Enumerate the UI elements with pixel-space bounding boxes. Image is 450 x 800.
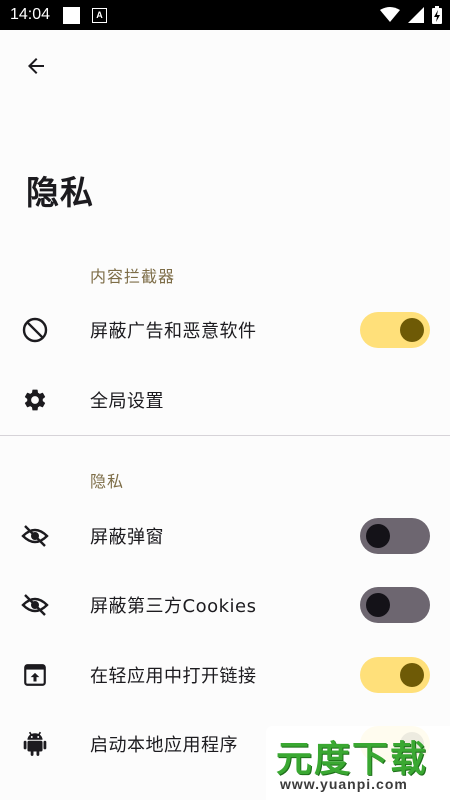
setting-label: 全局设置 [90,391,164,412]
block-popups-toggle[interactable] [360,518,430,554]
open-in-app-icon [24,664,46,686]
toggle-thumb [400,663,424,687]
toggle-thumb [400,318,424,342]
setting-global-settings[interactable]: 全局设置 [0,365,450,435]
watermark: 元度下载 www.yuanpi.com [266,726,450,800]
setting-open-links-in-light-app[interactable]: 在轻应用中打开链接 [0,640,450,710]
setting-block-third-party-cookies[interactable]: 屏蔽第三方Cookies [0,570,450,640]
arrow-left-icon [28,58,44,74]
setting-block-ads[interactable]: 屏蔽广告和恶意软件 [0,295,450,365]
block-ads-toggle[interactable] [360,312,430,348]
setting-label: 在轻应用中打开链接 [90,666,257,687]
setting-label: 屏蔽第三方Cookies [90,596,257,617]
watermark-title: 元度下载 [276,739,429,780]
battery-icon [432,6,442,24]
section-header-privacy: 隐私 [90,472,125,491]
setting-label: 屏蔽广告和恶意软件 [90,321,257,342]
wifi-icon [380,7,400,22]
gear-icon [24,389,46,411]
status-bar: 14:04 A [0,0,450,30]
watermark-url: www.yuanpi.com [280,776,408,792]
notification-square-icon [63,6,81,24]
eye-off-icon [21,594,49,616]
block-icon [22,317,48,343]
signal-icon [408,7,424,23]
toggle-thumb [366,524,390,548]
block-cookies-toggle[interactable] [360,587,430,623]
android-icon [23,731,47,756]
section-divider [0,435,450,436]
notification-a-icon: A [92,7,108,23]
section-header-content-blocker: 内容拦截器 [90,267,176,286]
back-button[interactable] [20,50,52,82]
setting-label: 屏蔽弹窗 [90,527,164,548]
eye-off-icon [21,525,49,547]
setting-block-popups[interactable]: 屏蔽弹窗 [0,501,450,571]
toggle-thumb [366,593,390,617]
page-title: 隐私 [26,173,94,212]
open-links-toggle[interactable] [360,657,430,693]
setting-label: 启动本地应用程序 [90,735,238,756]
status-time: 14:04 [10,6,51,23]
